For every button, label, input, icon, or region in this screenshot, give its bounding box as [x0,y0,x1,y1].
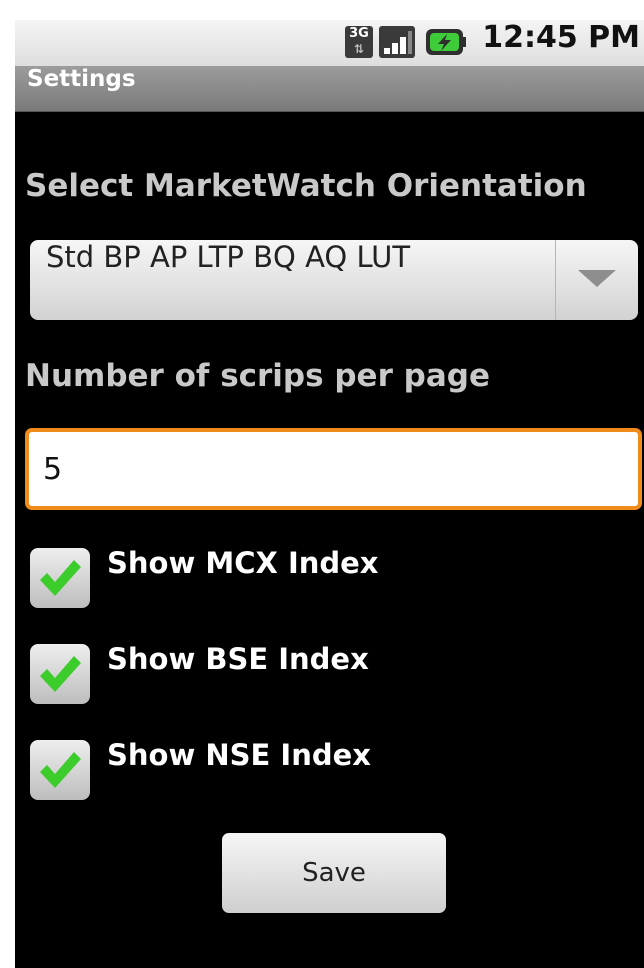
orientation-selected-value: Std BP AP LTP BQ AQ LUT [46,240,411,274]
show-mcx-index-row[interactable]: Show MCX Index [30,546,630,610]
show-nse-index-label: Show NSE Index [107,738,371,772]
show-mcx-index-checkbox[interactable] [30,548,90,608]
save-button[interactable]: Save [222,833,446,913]
status-clock: 12:45 PM [482,20,640,55]
network-type-label: 3G [349,26,369,41]
orientation-label: Select MarketWatch Orientation [25,168,587,204]
dropdown-arrow-icon [578,270,616,287]
status-bar: 3G ⇅ 12:45 PM [15,20,644,66]
page-title: Settings [27,66,136,92]
show-bse-index-row[interactable]: Show BSE Index [30,642,630,706]
show-nse-index-row[interactable]: Show NSE Index [30,738,630,802]
show-bse-index-checkbox[interactable] [30,644,90,704]
scrips-per-page-label: Number of scrips per page [25,358,490,394]
title-bar: Settings [15,66,644,112]
signal-strength-icon [379,26,415,58]
phone-screen: 3G ⇅ 12:45 PM Settings Select MarketWatc… [15,20,644,968]
spinner-divider [555,240,556,320]
show-mcx-index-label: Show MCX Index [107,546,379,580]
checkmark-icon [40,752,81,788]
network-3g-icon: 3G ⇅ [345,26,373,58]
scrips-per-page-input[interactable] [25,428,642,510]
battery-charging-icon [425,26,467,58]
checkmark-icon [40,560,81,596]
data-activity-icon: ⇅ [353,42,365,56]
checkmark-icon [40,656,81,692]
orientation-spinner[interactable]: Std BP AP LTP BQ AQ LUT [30,240,638,320]
show-nse-index-checkbox[interactable] [30,740,90,800]
show-bse-index-label: Show BSE Index [107,642,369,676]
